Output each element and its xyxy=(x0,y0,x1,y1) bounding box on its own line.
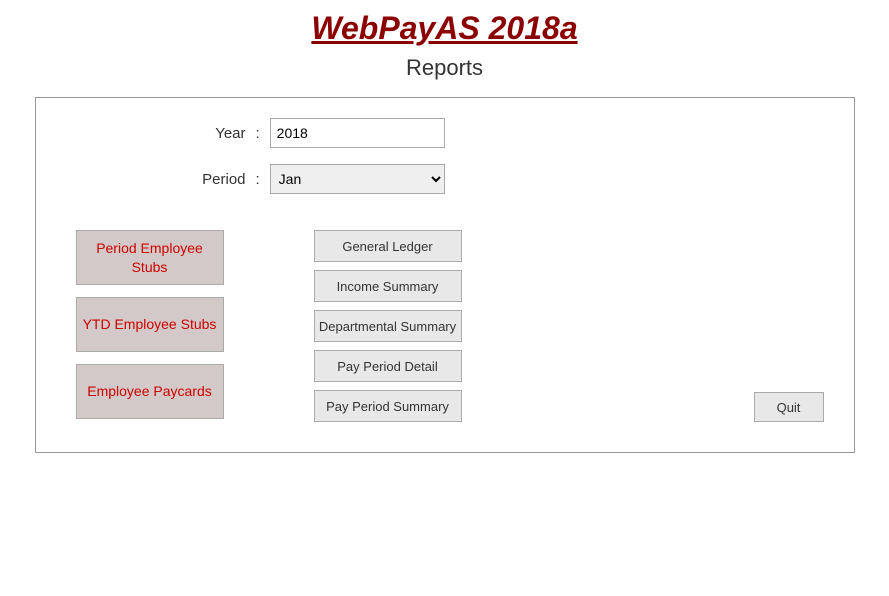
buttons-section: Period Employee Stubs YTD Employee Stubs… xyxy=(66,230,462,422)
quit-area: Quit xyxy=(462,392,824,422)
page-title: Reports xyxy=(406,55,483,81)
period-employee-stubs-button[interactable]: Period Employee Stubs xyxy=(76,230,224,285)
main-container: Year : Period : Jan Feb Mar Apr May Jun … xyxy=(35,97,855,453)
period-label: Period xyxy=(166,171,246,188)
period-select[interactable]: Jan Feb Mar Apr May Jun Jul Aug Sep Oct … xyxy=(270,164,445,194)
ytd-employee-stubs-button[interactable]: YTD Employee Stubs xyxy=(76,297,224,352)
buttons-row: Period Employee Stubs YTD Employee Stubs… xyxy=(66,210,824,422)
app-title: WebPayAS 2018a xyxy=(311,10,577,47)
departmental-summary-button[interactable]: Departmental Summary xyxy=(314,310,462,342)
year-label: Year xyxy=(166,125,246,142)
income-summary-button[interactable]: Income Summary xyxy=(314,270,462,302)
quit-button[interactable]: Quit xyxy=(754,392,824,422)
pay-period-detail-button[interactable]: Pay Period Detail xyxy=(314,350,462,382)
general-ledger-button[interactable]: General Ledger xyxy=(314,230,462,262)
right-buttons: General Ledger Income Summary Department… xyxy=(314,230,462,422)
year-colon: : xyxy=(256,125,260,142)
left-buttons: Period Employee Stubs YTD Employee Stubs… xyxy=(76,230,224,422)
period-colon: : xyxy=(256,171,260,188)
pay-period-summary-button[interactable]: Pay Period Summary xyxy=(314,390,462,422)
period-row: Period : Jan Feb Mar Apr May Jun Jul Aug… xyxy=(166,164,824,194)
employee-paycards-button[interactable]: Employee Paycards xyxy=(76,364,224,419)
year-input[interactable] xyxy=(270,118,445,148)
year-row: Year : xyxy=(166,118,824,148)
